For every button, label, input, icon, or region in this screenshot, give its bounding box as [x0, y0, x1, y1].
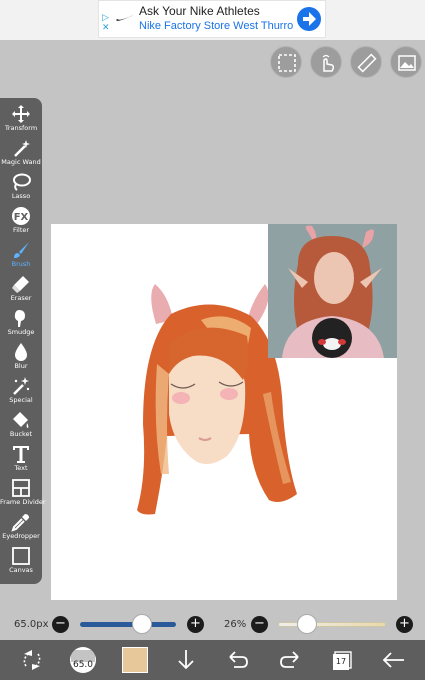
tool-label: Canvas — [9, 566, 33, 574]
tool-transform[interactable]: Transform — [0, 102, 42, 136]
smudge-icon — [14, 310, 25, 327]
magic-wand-icon — [14, 140, 30, 157]
rotate-arrows-icon — [23, 650, 41, 670]
layer-down-button[interactable] — [172, 646, 200, 674]
eraser-icon — [12, 276, 29, 293]
tool-label: Transform — [4, 124, 38, 132]
tool-label: Eraser — [10, 294, 32, 302]
tool-text[interactable]: Text — [0, 442, 42, 476]
canvas-icon — [12, 547, 30, 565]
tool-label: Bucket — [9, 430, 33, 438]
image-button[interactable] — [390, 46, 422, 78]
tool-filter[interactable]: FX Filter — [0, 204, 42, 238]
eyedropper-icon — [11, 514, 29, 532]
color-swatch-button[interactable] — [122, 647, 148, 673]
tool-magic-wand[interactable]: Magic Wand — [0, 136, 42, 170]
selection-button[interactable] — [270, 46, 302, 78]
tool-label: Special — [9, 396, 33, 404]
stabilizer-button[interactable] — [18, 646, 46, 674]
brush-size-badge: 65.0 — [72, 660, 94, 670]
directions-icon[interactable] — [297, 7, 321, 31]
tool-panel: Transform Magic Wand Lasso FX Filter Bru… — [0, 98, 46, 584]
ruler-button[interactable] — [350, 46, 382, 78]
fx-icon: FX — [12, 207, 30, 225]
text-icon — [13, 446, 29, 463]
size-slider-track[interactable] — [80, 622, 176, 627]
redo-icon — [280, 651, 299, 668]
blur-drop-icon — [15, 343, 27, 361]
tool-frame-divider[interactable]: Frame Divider — [0, 476, 46, 510]
opacity-slider-knob[interactable] — [297, 614, 317, 634]
tool-label: Filter — [12, 226, 30, 234]
hand-touch-icon — [322, 54, 335, 72]
image-icon — [398, 55, 416, 71]
opacity-slider-track[interactable] — [278, 622, 386, 627]
tool-label: Text — [14, 464, 28, 472]
ruler-icon — [357, 53, 377, 73]
arrow-down-icon — [178, 650, 194, 670]
opacity-value: 26% — [224, 619, 247, 630]
undo-icon — [229, 651, 248, 668]
tool-blur[interactable]: Blur — [0, 340, 42, 374]
opacity-increase-button[interactable]: + — [396, 616, 413, 633]
frame-divider-icon — [12, 479, 30, 497]
svg-text:FX: FX — [14, 212, 29, 223]
brush-size-button[interactable]: 65.0 — [68, 646, 98, 674]
nike-logo-icon — [116, 15, 134, 21]
tool-bucket[interactable]: Bucket — [0, 408, 42, 442]
tool-lasso[interactable]: Lasso — [0, 170, 42, 204]
undo-button[interactable] — [224, 646, 252, 674]
tool-special[interactable]: Special — [0, 374, 42, 408]
reference-photo-image — [268, 224, 397, 358]
reference-photo[interactable] — [268, 224, 397, 358]
lasso-icon — [13, 173, 31, 191]
ad-banner[interactable]: ▷ ✕ Ask Your Nike Athletes Nike Factory S… — [98, 0, 326, 38]
layers-button[interactable]: 17 — [328, 646, 356, 674]
tool-smudge[interactable]: Smudge — [0, 306, 42, 340]
tool-label: Blur — [14, 362, 28, 370]
tool-canvas[interactable]: Canvas — [0, 544, 42, 578]
redo-button[interactable] — [276, 646, 304, 674]
ad-strip: ▷ ✕ Ask Your Nike Athletes Nike Factory S… — [0, 0, 425, 40]
tool-label: Brush — [11, 260, 31, 268]
opacity-decrease-button[interactable]: − — [251, 616, 268, 633]
move-arrows-icon — [12, 105, 30, 123]
dashed-selection-icon — [278, 54, 296, 72]
tool-brush[interactable]: Brush — [0, 238, 42, 272]
tool-eyedropper[interactable]: Eyedropper — [0, 510, 42, 544]
tool-eraser[interactable]: Eraser — [0, 272, 42, 306]
tool-label: Lasso — [11, 192, 31, 200]
ad-title: Ask Your Nike Athletes — [139, 4, 260, 18]
bucket-icon — [13, 412, 29, 428]
size-slider-knob[interactable] — [132, 614, 152, 634]
brush-icon — [14, 242, 29, 258]
brush-size-value: 65.0px — [14, 619, 49, 630]
layers-count: 17 — [335, 657, 347, 666]
back-button[interactable] — [380, 646, 408, 674]
ad-subtitle: Nike Factory Store West Thurro — [139, 20, 294, 32]
tool-label: Smudge — [7, 328, 35, 336]
gesture-button[interactable] — [310, 46, 342, 78]
tool-label: Magic Wand — [1, 158, 41, 166]
arrow-left-icon — [382, 652, 404, 668]
bottom-toolbar — [0, 640, 425, 680]
tool-label: Frame Divider — [0, 498, 46, 506]
size-increase-button[interactable]: + — [187, 616, 204, 633]
tool-label: Eyedropper — [2, 532, 40, 540]
ad-choices-icon[interactable]: ▷ ✕ — [102, 13, 110, 33]
special-wand-icon — [13, 377, 30, 395]
size-decrease-button[interactable]: − — [52, 616, 69, 633]
